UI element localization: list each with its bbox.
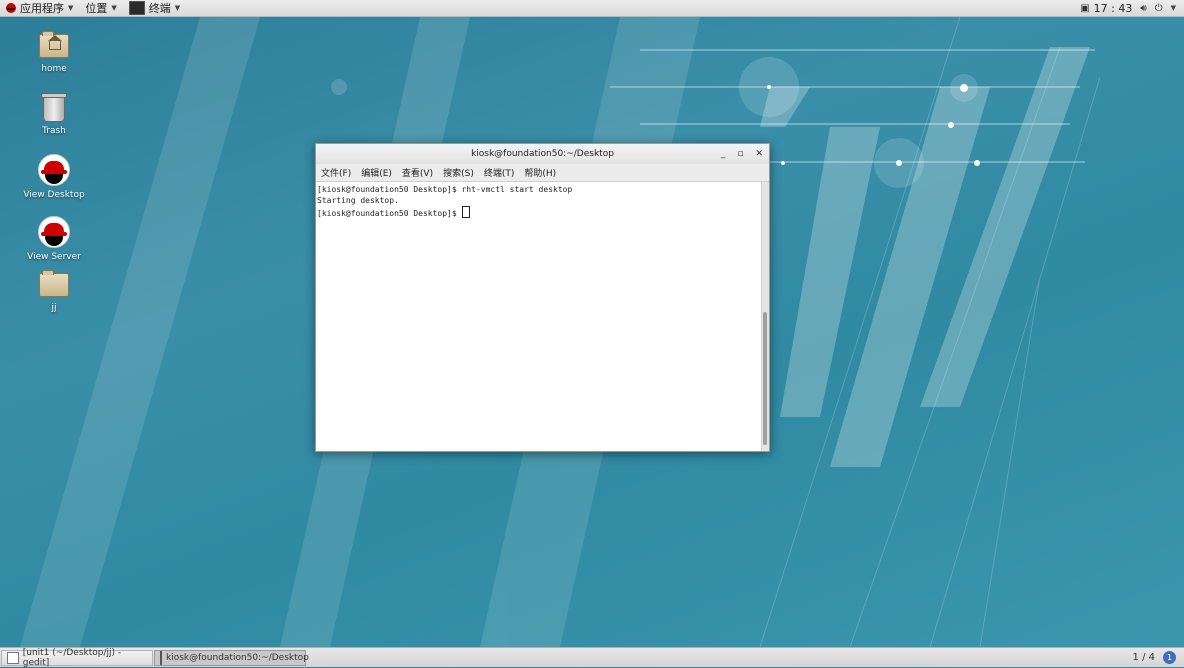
menu-view[interactable]: 查看(V) <box>402 166 433 179</box>
desktop-icon-label: jj <box>51 303 57 313</box>
trash-icon <box>41 93 67 122</box>
desktop-icon-label: home <box>41 64 67 74</box>
active-app-menu[interactable]: 终端 ▼ <box>123 0 186 16</box>
top-panel: 应用程序 ▼ 位置 ▼ 终端 ▼ ▣ 17 : 43 🔊︎ ⏻ ▼ <box>0 0 1184 17</box>
calendar-icon: ▣ <box>1080 2 1090 14</box>
places-menu[interactable]: 位置 ▼ <box>79 0 122 16</box>
caret-down-icon[interactable]: ▼ <box>1171 4 1176 12</box>
places-label: 位置 <box>85 2 108 15</box>
desktop-icon-jj[interactable]: jj <box>14 270 94 313</box>
active-app-label: 终端 <box>148 2 171 15</box>
terminal-menubar: 文件(F) 编辑(E) 查看(V) 搜索(S) 终端(T) 帮助(H) <box>316 164 769 182</box>
terminal-line: [kiosk@foundation50 Desktop]$ rht-vmctl … <box>317 185 573 194</box>
home-folder-icon <box>39 31 69 58</box>
terminal-prompt-line: [kiosk@foundation50 Desktop]$ <box>316 206 762 219</box>
terminal-scrollbar[interactable] <box>761 182 769 451</box>
caret-down-icon: ▼ <box>174 4 181 12</box>
redhat-icon <box>38 154 70 186</box>
terminal-line: Starting desktop. <box>317 196 399 205</box>
desktop-icon-label: View Desktop <box>23 190 85 200</box>
bottom-panel: [unit1 (~/Desktop/jj) - gedit] kiosk@fou… <box>0 647 1184 668</box>
desktop-icon-view-server[interactable]: View Server <box>14 216 94 262</box>
applications-menu[interactable]: 应用程序 ▼ <box>0 0 79 16</box>
terminal-prompt: [kiosk@foundation50 Desktop]$ <box>317 209 462 218</box>
window-title: kiosk@foundation50:~/Desktop <box>471 149 614 159</box>
desktop-icon-trash[interactable]: Trash <box>14 93 94 136</box>
folder-icon <box>39 270 69 297</box>
menu-help[interactable]: 帮助(H) <box>524 166 556 179</box>
scrollbar-thumb[interactable] <box>763 312 767 445</box>
caret-down-icon: ▼ <box>68 4 74 12</box>
menu-search[interactable]: 搜索(S) <box>443 166 474 179</box>
text-cursor <box>461 206 470 218</box>
redhat-logo-icon <box>6 3 16 13</box>
menu-terminal[interactable]: 终端(T) <box>484 166 515 179</box>
desktop-icon-view-desktop[interactable]: View Desktop <box>14 154 94 200</box>
clock-time: 17 : 43 <box>1093 1 1133 15</box>
maximize-icon[interactable]: ▫ <box>737 149 743 159</box>
terminal-output[interactable]: [kiosk@foundation50 Desktop]$ rht-vmctl … <box>316 182 762 451</box>
taskbar-item-gedit[interactable]: [unit1 (~/Desktop/jj) - gedit] <box>1 647 153 668</box>
volume-icon[interactable]: 🔊︎ <box>1140 3 1146 14</box>
redhat-icon <box>38 216 70 248</box>
minimize-icon[interactable]: _ <box>721 149 726 159</box>
window-titlebar[interactable]: kiosk@foundation50:~/Desktop _ ▫ ✕ <box>316 144 769 164</box>
clock[interactable]: ▣ 17 : 43 <box>1080 2 1132 15</box>
menu-edit[interactable]: 编辑(E) <box>361 166 392 179</box>
desktop-icon-home[interactable]: home <box>14 31 94 74</box>
terminal-icon <box>128 1 145 15</box>
terminal-icon <box>160 650 162 665</box>
applications-label: 应用程序 <box>20 2 64 15</box>
taskbar-item-label: kiosk@foundation50:~/Desktop <box>166 652 309 663</box>
caret-down-icon: ▼ <box>111 4 117 12</box>
gedit-icon <box>7 651 19 664</box>
menu-file[interactable]: 文件(F) <box>321 166 351 179</box>
taskbar-item-terminal[interactable]: kiosk@foundation50:~/Desktop <box>154 649 309 666</box>
desktop-icon-label: Trash <box>42 126 66 136</box>
taskbar-item-label: [unit1 (~/Desktop/jj) - gedit] <box>22 647 122 668</box>
terminal-window[interactable]: kiosk@foundation50:~/Desktop _ ▫ ✕ 文件(F)… <box>315 143 770 452</box>
close-icon[interactable]: ✕ <box>755 149 763 159</box>
workspace-switcher[interactable]: 1 / 4 <box>1133 652 1155 663</box>
power-icon[interactable]: ⏻ <box>1155 3 1163 14</box>
notification-icon[interactable]: 1 <box>1163 651 1176 664</box>
desktop-icon-label: View Server <box>27 252 81 262</box>
